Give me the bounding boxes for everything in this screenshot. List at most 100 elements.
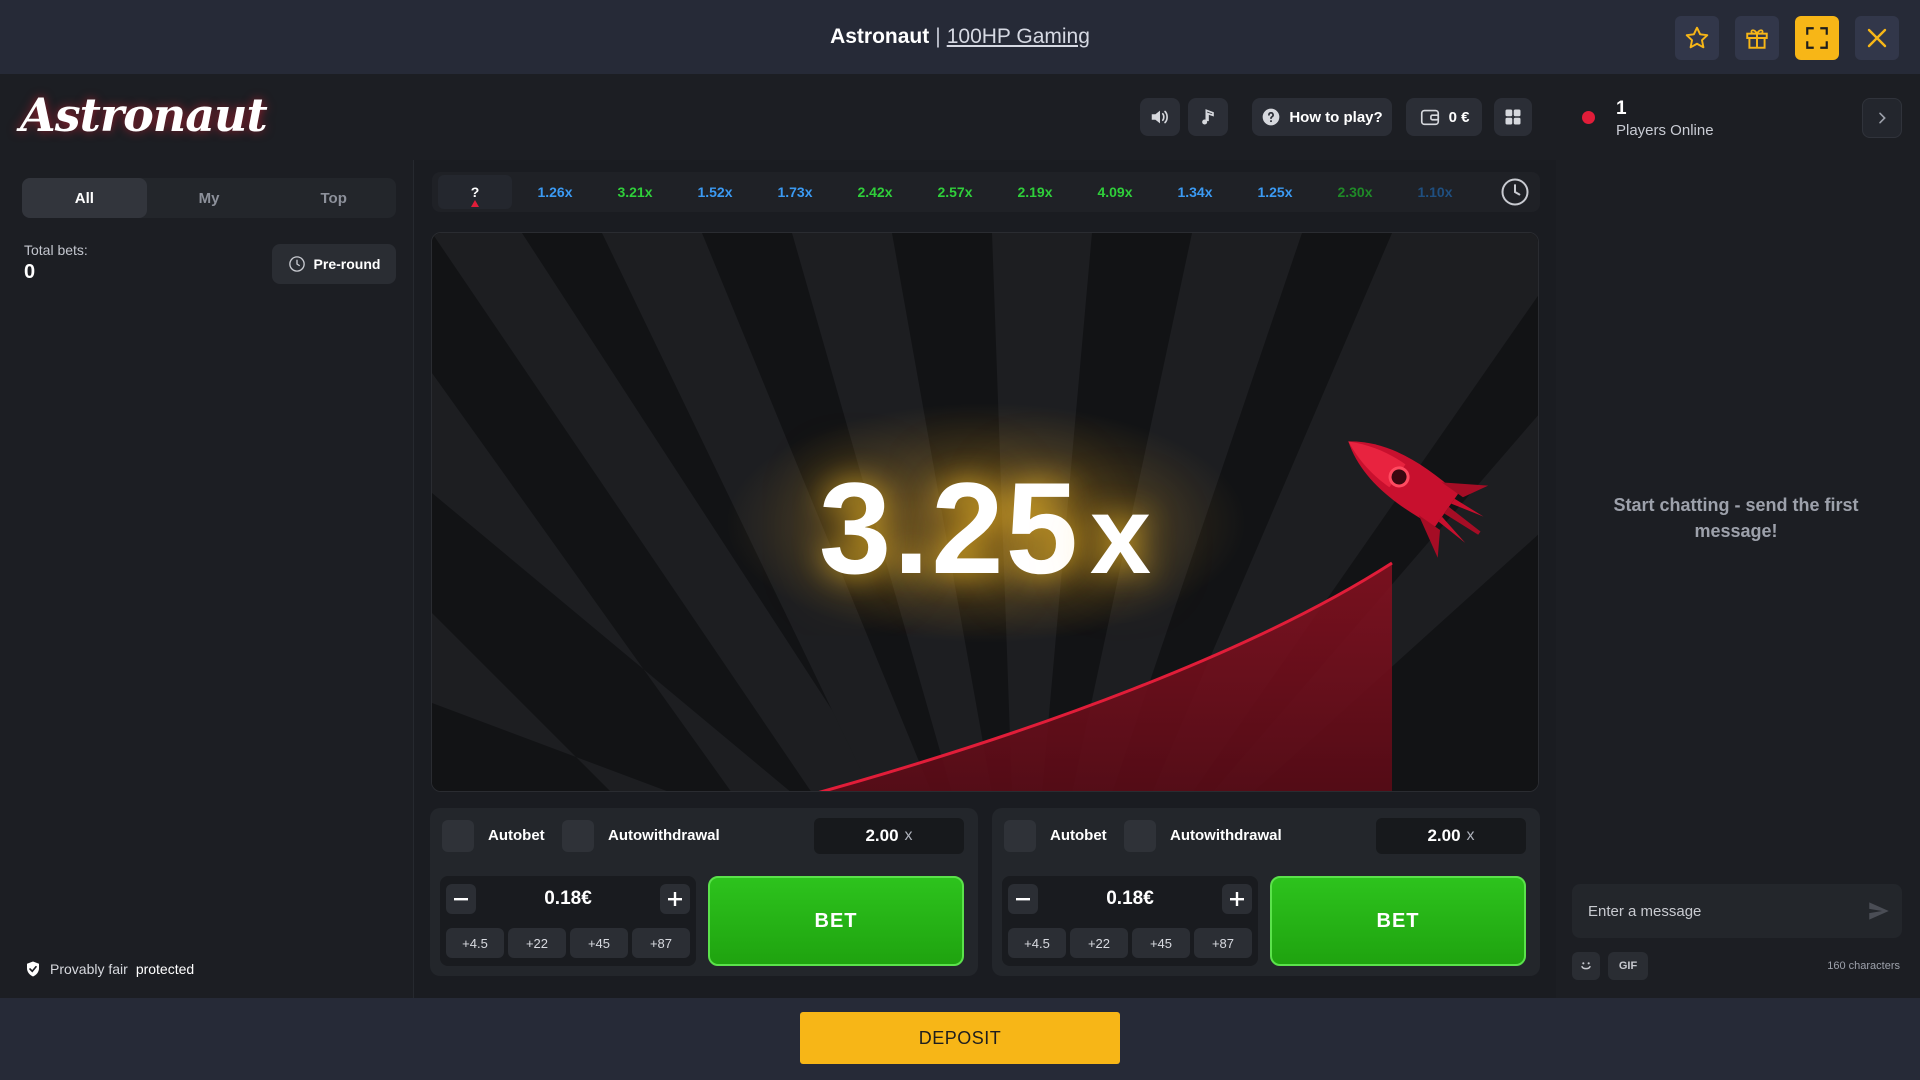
history-item[interactable]: 1.73x: [758, 175, 832, 209]
close-icon: [1867, 28, 1887, 48]
history-current-round[interactable]: ?: [438, 175, 512, 209]
history-value: 2.57x: [937, 184, 973, 200]
history-value: 1.25x: [1257, 184, 1293, 200]
autowithdrawal-multiplier-input[interactable]: 2.00 x: [1376, 818, 1526, 854]
history-value: 1.26x: [537, 184, 573, 200]
decrease-amount-button[interactable]: [1008, 884, 1038, 914]
increase-amount-button[interactable]: [660, 884, 690, 914]
chat-message-input[interactable]: [1572, 884, 1862, 938]
tab-all[interactable]: All: [22, 178, 147, 218]
history-item[interactable]: 2.42x: [838, 175, 912, 209]
quick-amount-button[interactable]: +87: [1194, 928, 1252, 958]
history-item[interactable]: 1.10x: [1398, 175, 1472, 209]
bet-amount-input[interactable]: 0.18€: [480, 884, 656, 914]
history-value: 2.19x: [1017, 184, 1053, 200]
music-button[interactable]: [1188, 98, 1228, 136]
gif-button[interactable]: GIF: [1608, 952, 1648, 980]
char-limit-label: 160 characters: [1827, 960, 1900, 972]
history-item[interactable]: 4.09x: [1078, 175, 1152, 209]
speaker-icon: [1151, 110, 1168, 124]
history-value: 1.73x: [777, 184, 813, 200]
smiley-icon: [1581, 962, 1591, 970]
send-icon[interactable]: [1866, 898, 1892, 924]
history-value: 3.21x: [617, 184, 653, 200]
balance-display[interactable]: 0 €: [1406, 98, 1482, 136]
history-item[interactable]: 1.26x: [518, 175, 592, 209]
quick-amount-button[interactable]: +22: [1070, 928, 1128, 958]
players-online-label: Players Online: [1616, 122, 1714, 139]
quick-amount-button[interactable]: +4.5: [1008, 928, 1066, 958]
chat-panel: Start chatting - send the first message!…: [1556, 160, 1920, 998]
chat-empty-message: Start chatting - send the first message!: [1613, 495, 1859, 541]
players-online-count: 1: [1616, 98, 1627, 119]
history-item[interactable]: 1.34x: [1158, 175, 1232, 209]
balance-value: 0 €: [1448, 108, 1470, 126]
footer-bar: DEPOSIT: [0, 998, 1920, 1080]
wallet-icon: [1420, 109, 1439, 126]
chevron-right-icon: [1879, 112, 1886, 124]
multiplier-history: ? 1.26x 3.21x 1.52x 1.73x 2.42x 2.57x 2.…: [432, 172, 1540, 212]
title-separator: |: [935, 25, 941, 48]
sound-button[interactable]: [1140, 98, 1180, 136]
provably-fair-badge[interactable]: Provably fair protected: [24, 960, 194, 978]
autobet-label: Autobet: [1050, 827, 1107, 844]
provider-link[interactable]: 100HP Gaming: [947, 25, 1090, 49]
menu-grid-button[interactable]: [1494, 98, 1532, 136]
clock-icon: [288, 256, 305, 272]
autobet-label: Autobet: [488, 827, 545, 844]
cashout-suffix: x: [1466, 827, 1475, 844]
bet-amount-input[interactable]: 0.18€: [1042, 884, 1218, 914]
history-item[interactable]: 2.57x: [918, 175, 992, 209]
autowithdrawal-checkbox[interactable]: [1124, 820, 1156, 852]
question-icon: [1262, 108, 1280, 126]
how-to-play-label: How to play?: [1289, 108, 1383, 126]
quick-amount-button[interactable]: +4.5: [446, 928, 504, 958]
frame-bar: Astronaut | 100HP Gaming: [0, 0, 1920, 74]
close-button[interactable]: [1855, 16, 1899, 60]
bets-panel: All My Top Total bets: 0 Pre-round Prova…: [0, 160, 414, 998]
current-round-marker: [471, 200, 479, 207]
bet-panel-2: Autobet Autowithdrawal 2.00 x 0.18€ +4.5 …: [992, 808, 1540, 976]
astronaut-logo: Astronaut: [20, 88, 268, 142]
fullscreen-icon: [1806, 27, 1828, 49]
history-item[interactable]: 1.25x: [1238, 175, 1312, 209]
bet-button[interactable]: BET: [1270, 876, 1526, 966]
autobet-checkbox[interactable]: [1004, 820, 1036, 852]
deposit-button[interactable]: DEPOSIT: [800, 1012, 1120, 1064]
quick-amount-button[interactable]: +45: [570, 928, 628, 958]
how-to-play-button[interactable]: How to play?: [1252, 98, 1392, 136]
tab-top[interactable]: Top: [271, 178, 396, 218]
star-icon: [1685, 26, 1709, 49]
history-item[interactable]: 1.52x: [678, 175, 752, 209]
autowithdrawal-checkbox[interactable]: [562, 820, 594, 852]
chat-toggle-button[interactable]: [1862, 98, 1902, 138]
quick-amount-button[interactable]: +87: [632, 928, 690, 958]
bet-button[interactable]: BET: [708, 876, 964, 966]
frame-title: Astronaut | 100HP Gaming: [0, 0, 1920, 74]
autowithdrawal-multiplier-input[interactable]: 2.00 x: [814, 818, 964, 854]
gift-button[interactable]: [1735, 16, 1779, 60]
decrease-amount-button[interactable]: [446, 884, 476, 914]
history-clock-icon[interactable]: [1500, 177, 1530, 207]
history-value: 1.52x: [697, 184, 733, 200]
minus-icon: [454, 898, 468, 901]
quick-amount-button[interactable]: +22: [508, 928, 566, 958]
tab-my[interactable]: My: [147, 178, 272, 218]
total-bets-label: Total bets:: [24, 242, 88, 258]
increase-amount-button[interactable]: [1222, 884, 1252, 914]
autobet-checkbox[interactable]: [442, 820, 474, 852]
history-item[interactable]: 2.19x: [998, 175, 1072, 209]
favorite-button[interactable]: [1675, 16, 1719, 60]
history-value: 1.10x: [1417, 184, 1453, 200]
fullscreen-button[interactable]: [1795, 16, 1839, 60]
emoji-button[interactable]: [1572, 952, 1600, 980]
autowithdrawal-label: Autowithdrawal: [1170, 827, 1282, 844]
history-item[interactable]: 2.30x: [1318, 175, 1392, 209]
preround-button[interactable]: Pre-round: [272, 244, 396, 284]
history-item[interactable]: 3.21x: [598, 175, 672, 209]
game-title: Astronaut: [830, 25, 930, 48]
autowithdrawal-label: Autowithdrawal: [608, 827, 720, 844]
online-indicator: [1582, 111, 1595, 124]
history-value: 1.34x: [1177, 184, 1213, 200]
quick-amount-button[interactable]: +45: [1132, 928, 1190, 958]
